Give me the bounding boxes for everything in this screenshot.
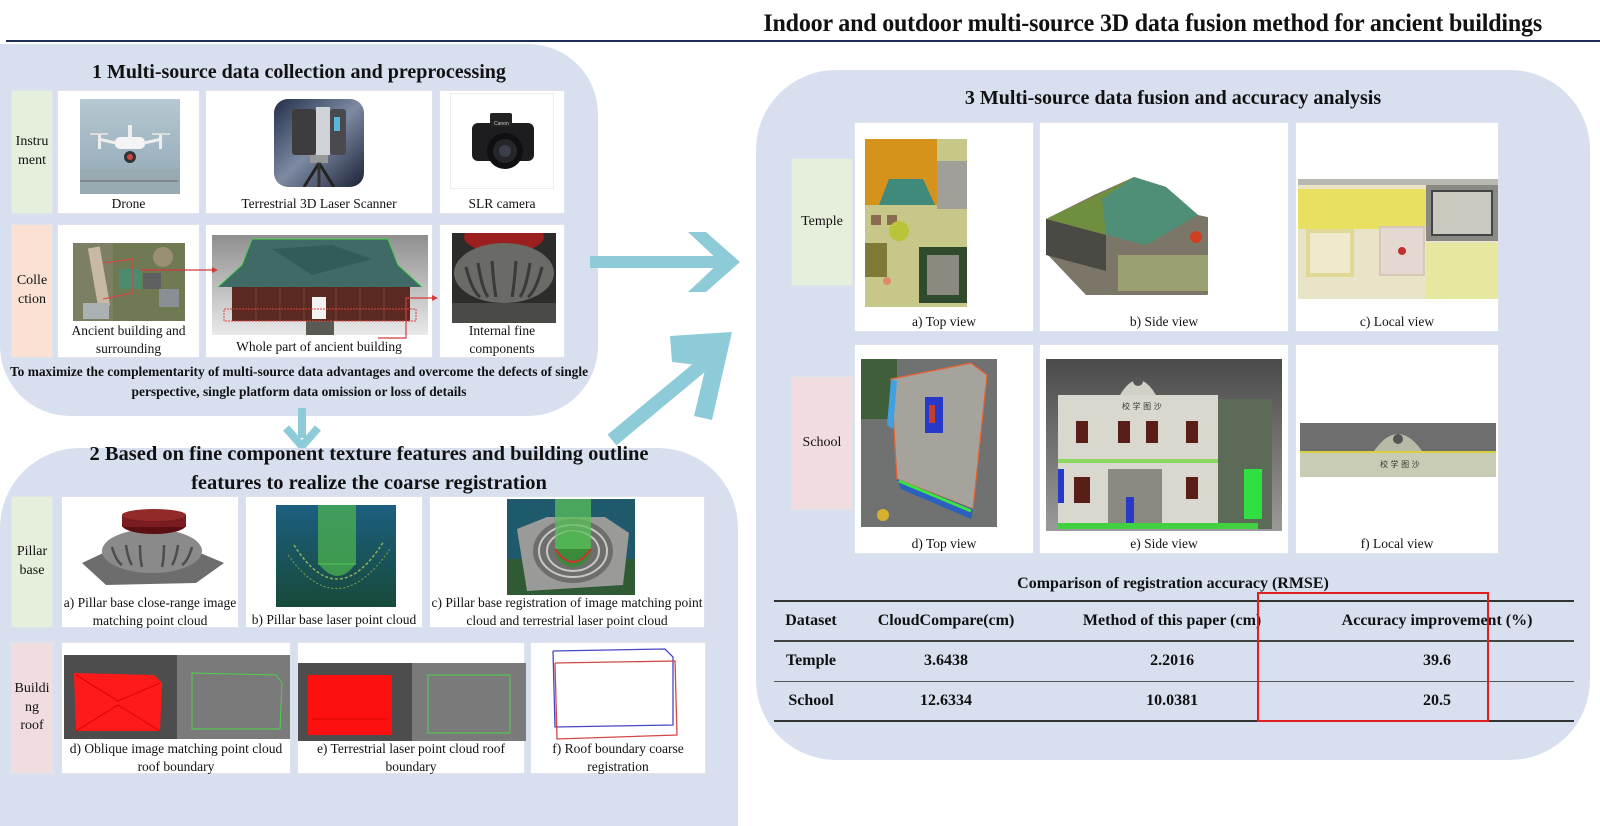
school-top-view <box>861 359 997 527</box>
caption: a) Top view <box>911 314 977 329</box>
caption: d) Top view <box>911 536 977 551</box>
school-side-view: 校 学 图 沙 <box>1046 359 1282 531</box>
laser-roof-boundary <box>298 663 526 741</box>
row-label-collection: Colle ction <box>11 224 53 358</box>
svg-text:校 学 图 沙: 校 学 图 沙 <box>1122 401 1162 411</box>
caption: e) Side view <box>1130 536 1198 551</box>
card-laser-roof-boundary: e) Terrestrial laser point cloud roof bo… <box>297 642 526 774</box>
caption: b) Side view <box>1129 314 1199 329</box>
caption: Internal fine components <box>468 323 536 356</box>
card-fine-components: Internal fine components <box>439 224 565 358</box>
caption: a) Pillar base close-range image matchin… <box>63 595 237 628</box>
card-oblique-roof-boundary: d) Oblique image matching point cloud ro… <box>61 642 291 774</box>
pillar-image-matching-cloud <box>76 507 226 593</box>
svg-text:Canon: Canon <box>494 121 509 127</box>
temple-top-view <box>865 139 967 307</box>
flow-connector-lines <box>140 267 438 339</box>
caption: f) Local view <box>1360 536 1434 551</box>
school-local-view: 校 学 图 沙 <box>1300 423 1496 477</box>
caption: SLR camera <box>468 196 536 211</box>
section-title: 1 Multi-source data collection and prepr… <box>92 61 506 83</box>
temple-side-view <box>1046 175 1208 303</box>
arrow-diagonal-icon <box>607 332 732 446</box>
header-cloudcompare: CloudCompare(cm) <box>877 612 1015 629</box>
row-label-school: School <box>791 376 853 510</box>
drone-image <box>80 99 180 194</box>
caption: b) Pillar base laser point cloud <box>251 612 417 627</box>
caption: Terrestrial 3D Laser Scanner <box>241 196 397 211</box>
section-data-collection: 1 Multi-source data collection and prepr… <box>0 44 598 416</box>
section-title-line2: features to realize the coarse registrat… <box>191 472 547 494</box>
oblique-roof-boundary <box>64 655 290 739</box>
title-divider <box>6 40 1600 42</box>
cell-dataset: Temple <box>785 652 837 670</box>
cell-cloudcompare: 3.6438 <box>924 652 969 670</box>
card-roof-boundary-registration: f) Roof boundary coarse registration <box>530 642 706 774</box>
slr-camera-image: Canon <box>450 93 554 189</box>
highlight-box <box>1257 592 1489 722</box>
arrow-right-icon <box>590 232 740 292</box>
card-temple-top-view: a) Top view <box>854 122 1034 332</box>
card-school-top-view: d) Top view <box>854 344 1034 554</box>
page-title: Indoor and outdoor multi-source 3D data … <box>763 10 1542 37</box>
card-temple-local-view: c) Local view <box>1295 122 1499 332</box>
cell-dataset: School <box>788 691 834 709</box>
card-school-local-view: 校 学 图 沙 f) Local view <box>1295 344 1499 554</box>
pillar-base-photo <box>452 233 556 323</box>
section-title-line1: 2 Based on fine component texture featur… <box>89 443 649 465</box>
caption: Drone <box>111 196 146 211</box>
pillar-registration <box>507 499 635 595</box>
caption: f) Roof boundary coarse registration <box>552 741 684 774</box>
pillar-laser-cloud <box>276 505 396 607</box>
collection-note: To maximize the complementarity of multi… <box>9 364 589 400</box>
row-label-building-roof: Buildi ng roof <box>11 642 53 774</box>
caption: c) Pillar base registration of image mat… <box>431 595 703 628</box>
row-label-pillar-base: Pillar base <box>11 496 53 628</box>
roof-boundary-registration <box>545 647 695 741</box>
row-label-instrument: Instru ment <box>11 90 53 214</box>
section-title: 2 Based on fine component texture featur… <box>0 443 738 498</box>
section-fusion-accuracy: 3 Multi-source data fusion and accuracy … <box>756 70 1590 760</box>
header-dataset: Dataset <box>785 612 837 629</box>
caption: e) Terrestrial laser point cloud roof bo… <box>316 741 506 774</box>
caption: d) Oblique image matching point cloud ro… <box>69 741 283 774</box>
temple-local-view <box>1298 179 1498 299</box>
card-pillar-registration: c) Pillar base registration of image mat… <box>429 496 705 628</box>
table-caption: Comparison of registration accuracy (RMS… <box>1017 575 1329 592</box>
laser-scanner-image <box>274 99 364 187</box>
card-pillar-image-cloud: a) Pillar base close-range image matchin… <box>61 496 239 628</box>
section-title: 3 Multi-source data fusion and accuracy … <box>964 87 1382 109</box>
card-slr-camera: Canon SLR camera <box>439 90 565 214</box>
section-coarse-registration: 2 Based on fine component texture featur… <box>0 443 738 826</box>
card-laser-scanner: Terrestrial 3D Laser Scanner <box>205 90 433 214</box>
svg-text:校 学 图 沙: 校 学 图 沙 <box>1380 459 1420 469</box>
caption: c) Local view <box>1359 314 1435 329</box>
card-drone: Drone <box>57 90 200 214</box>
card-pillar-laser-cloud: b) Pillar base laser point cloud <box>245 496 423 628</box>
card-school-side-view: 校 学 图 沙 e) Side view <box>1039 344 1289 554</box>
card-temple-side-view: b) Side view <box>1039 122 1289 332</box>
cell-cloudcompare: 12.6334 <box>920 691 973 709</box>
row-label-temple: Temple <box>791 158 853 286</box>
